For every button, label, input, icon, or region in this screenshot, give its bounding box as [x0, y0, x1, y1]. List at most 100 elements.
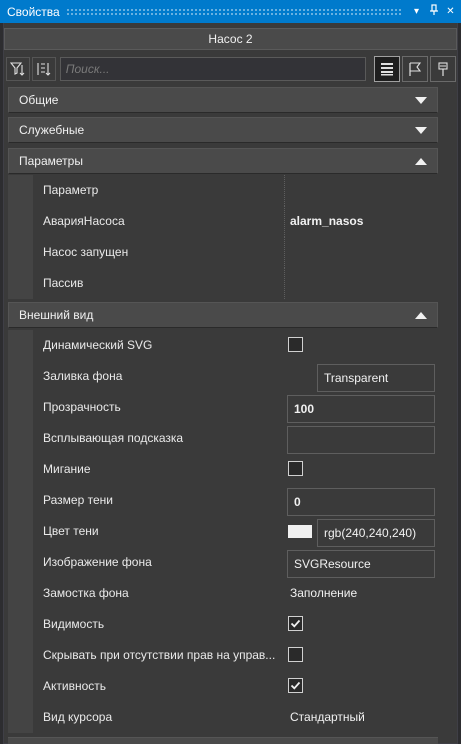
- property-name: Цвет тени: [43, 524, 99, 538]
- active-checkbox[interactable]: [288, 678, 303, 693]
- expand-arrow-icon[interactable]: [415, 126, 427, 134]
- row-gutter: [8, 547, 33, 578]
- property-name: Вид курсора: [43, 710, 113, 724]
- row-gutter: [8, 578, 33, 609]
- search-field[interactable]: [59, 56, 367, 81]
- collapse-arrow-icon[interactable]: [415, 311, 427, 319]
- column-separator[interactable]: [284, 237, 285, 268]
- category-label: Параметры: [19, 154, 83, 168]
- row-gutter: [8, 237, 33, 268]
- property-name: Всплывающая подсказка: [43, 431, 184, 445]
- list-view-icon[interactable]: [374, 55, 401, 82]
- pushpin-icon[interactable]: [427, 3, 440, 20]
- property-row[interactable]: Заливка фона Transparent: [8, 361, 438, 392]
- dynamic-svg-checkbox[interactable]: [288, 337, 303, 352]
- flag-icon[interactable]: [402, 55, 429, 82]
- property-name: АварияНасоса: [43, 214, 125, 228]
- property-row[interactable]: Скрывать при отсутствии прав на управ...: [8, 640, 438, 671]
- category-label: Служебные: [19, 123, 85, 137]
- property-row[interactable]: Насос запущен: [8, 237, 438, 268]
- sort-icon[interactable]: [31, 56, 56, 81]
- filter-icon[interactable]: [6, 56, 30, 81]
- property-name: Пассив: [43, 276, 84, 290]
- property-row[interactable]: Замостка фона Заполнение: [8, 578, 438, 609]
- property-row[interactable]: Параметр: [8, 175, 438, 206]
- property-row[interactable]: Активность: [8, 671, 438, 702]
- collapse-arrow-icon[interactable]: [415, 157, 427, 165]
- category-appearance[interactable]: Внешний вид: [8, 302, 438, 328]
- shadow-size-input[interactable]: 0: [287, 488, 435, 516]
- dropdown-arrow-icon[interactable]: ▾: [410, 4, 423, 20]
- property-name: Размер тени: [43, 493, 113, 507]
- property-name: Активность: [43, 679, 107, 693]
- row-gutter: [8, 485, 33, 516]
- row-gutter: [8, 609, 33, 640]
- property-name: Замостка фона: [43, 586, 129, 600]
- close-icon[interactable]: ✕: [444, 4, 457, 20]
- row-gutter: [8, 361, 33, 392]
- row-gutter: [8, 516, 33, 547]
- row-gutter: [8, 268, 33, 299]
- property-row[interactable]: Размер тени 0: [8, 485, 438, 516]
- tooltip-input[interactable]: [287, 426, 435, 454]
- category-label: Общие: [19, 93, 59, 107]
- visibility-checkbox[interactable]: [288, 616, 303, 631]
- property-row[interactable]: Вид курсора Стандартный: [8, 702, 438, 733]
- category-params[interactable]: Параметры: [8, 148, 438, 174]
- row-gutter: [8, 702, 33, 733]
- next-category-edge: [8, 737, 438, 744]
- property-row[interactable]: Прозрачность 100: [8, 392, 438, 423]
- category-service[interactable]: Служебные: [8, 117, 438, 143]
- property-row[interactable]: Изображение фона SVGResource: [8, 547, 438, 578]
- shadow-color-swatch[interactable]: [288, 525, 312, 538]
- property-name: Заливка фона: [43, 369, 123, 383]
- property-value[interactable]: alarm_nasos: [290, 206, 363, 237]
- property-name: Мигание: [43, 462, 91, 476]
- cursor-value[interactable]: Стандартный: [290, 702, 365, 733]
- panel-title-bar[interactable]: Свойства ▾ ✕: [0, 0, 461, 23]
- blink-checkbox[interactable]: [288, 461, 303, 476]
- pin-icon[interactable]: [430, 55, 456, 82]
- row-gutter: [8, 175, 33, 206]
- property-name: Прозрачность: [43, 400, 121, 414]
- row-gutter: [8, 206, 33, 237]
- row-gutter: [8, 392, 33, 423]
- checkmark-icon: [290, 619, 301, 628]
- property-row[interactable]: Пассив: [8, 268, 438, 299]
- property-row[interactable]: АварияНасоса alarm_nasos: [8, 206, 438, 237]
- property-name: Скрывать при отсутствии прав на управ...: [43, 648, 276, 662]
- checkmark-icon: [290, 681, 301, 690]
- row-gutter: [8, 330, 33, 361]
- drag-grip[interactable]: [65, 8, 402, 15]
- panel-title: Свойства: [7, 4, 60, 19]
- property-name: Видимость: [43, 617, 105, 631]
- property-row[interactable]: Динамический SVG: [8, 330, 438, 361]
- row-gutter: [8, 640, 33, 671]
- column-separator[interactable]: [284, 268, 285, 299]
- category-general[interactable]: Общие: [8, 87, 438, 113]
- shadow-color-field[interactable]: rgb(240,240,240): [317, 519, 435, 547]
- properties-toolbar: [6, 55, 456, 82]
- expand-arrow-icon[interactable]: [415, 96, 427, 104]
- hide-no-rights-checkbox[interactable]: [288, 647, 303, 662]
- property-row[interactable]: Видимость: [8, 609, 438, 640]
- column-separator[interactable]: [284, 175, 285, 206]
- property-name: Параметр: [43, 183, 99, 197]
- category-label: Внешний вид: [19, 308, 94, 322]
- row-gutter: [8, 423, 33, 454]
- row-gutter: [8, 454, 33, 485]
- property-row[interactable]: Цвет тени rgb(240,240,240): [8, 516, 438, 547]
- bg-image-field[interactable]: SVGResource: [287, 550, 435, 578]
- row-gutter: [8, 671, 33, 702]
- bg-tiling-value[interactable]: Заполнение: [290, 578, 357, 609]
- column-separator[interactable]: [284, 206, 285, 237]
- search-input[interactable]: [60, 57, 366, 80]
- property-row[interactable]: Мигание: [8, 454, 438, 485]
- object-name-header: Насос 2: [4, 28, 457, 50]
- property-row[interactable]: Всплывающая подсказка: [8, 423, 438, 454]
- property-name: Динамический SVG: [43, 338, 153, 352]
- fill-value-field[interactable]: Transparent: [317, 364, 435, 392]
- property-name: Изображение фона: [43, 555, 152, 569]
- property-name: Насос запущен: [43, 245, 129, 259]
- opacity-input[interactable]: 100: [287, 395, 435, 423]
